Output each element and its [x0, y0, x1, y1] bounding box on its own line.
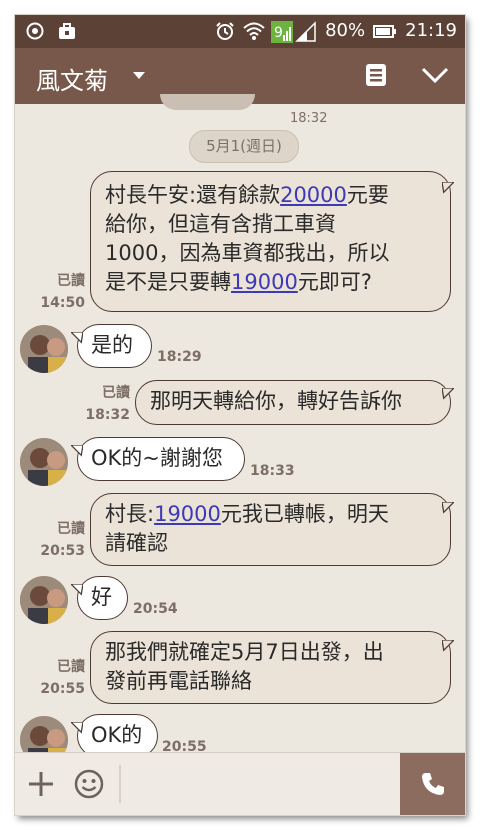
- message-input-bar: [15, 752, 465, 815]
- amount-link[interactable]: 19000: [231, 270, 298, 294]
- bubble-tail: [442, 640, 454, 652]
- partial-message-bubble: [160, 94, 255, 110]
- contact-avatar[interactable]: [20, 325, 68, 373]
- contact-avatar[interactable]: [20, 438, 68, 486]
- amount-link[interactable]: 19000: [154, 502, 221, 526]
- message-meta: 已讀 20:55: [31, 656, 85, 700]
- outgoing-message-bubble[interactable]: 那我們就確定5月7日出發，出 發前再電話聯絡: [90, 631, 451, 704]
- phone-icon: [420, 771, 446, 801]
- read-receipt: 已讀: [57, 273, 85, 289]
- message-text: 那我們就確定5月7日出發，出 發前再電話聯絡: [105, 640, 384, 693]
- outgoing-message-bubble[interactable]: 那明天轉給你，轉好告訴你: [135, 380, 451, 425]
- plus-icon[interactable]: [27, 770, 55, 798]
- message-meta: 已讀 14:50: [31, 270, 85, 314]
- bubble-tail: [71, 445, 83, 457]
- message-text: 村長午安:還有餘款20000元要 給你，但這有含揹工車資 1000，因為車資都我…: [105, 183, 390, 294]
- bubble-tail: [71, 584, 83, 596]
- note-icon[interactable]: [363, 62, 389, 88]
- amount-link[interactable]: 20000: [280, 183, 347, 207]
- outgoing-message-bubble[interactable]: 村長:19000元我已轉帳，明天 請確認: [90, 493, 451, 566]
- message-time: 20:54: [133, 601, 178, 617]
- phone-screen: 9 80% 21:19 風文菊 18:32 5月1(週日) 村長午安:還有餘款2…: [15, 15, 465, 815]
- briefcase-icon: [57, 21, 77, 41]
- bubble-tail: [71, 332, 83, 344]
- bubble-tail: [442, 502, 454, 514]
- message-text: 村長:19000元我已轉帳，明天 請確認: [105, 502, 389, 555]
- message-time: 14:50: [40, 295, 85, 311]
- bubble-tail: [442, 182, 454, 194]
- message-time: 18:32: [290, 111, 328, 126]
- message-text: 是的: [91, 333, 133, 357]
- battery-percent: 80%: [325, 20, 366, 41]
- status-bar: 9 80% 21:19: [15, 15, 465, 48]
- read-receipt: 已讀: [57, 659, 85, 675]
- incoming-message-bubble[interactable]: OK的~謝謝您: [77, 437, 245, 481]
- message-list[interactable]: 18:32 5月1(週日) 村長午安:還有餘款20000元要 給你，但這有含揹工…: [15, 94, 465, 764]
- alarm-icon: [215, 21, 235, 41]
- input-divider: [119, 765, 121, 803]
- message-text: OK的: [91, 723, 143, 747]
- contact-avatar[interactable]: [20, 576, 68, 624]
- outgoing-message-bubble[interactable]: 村長午安:還有餘款20000元要 給你，但這有含揹工車資 1000，因為車資都我…: [90, 171, 451, 312]
- message-text: OK的~謝謝您: [91, 446, 223, 470]
- incoming-message-bubble[interactable]: 是的: [77, 324, 152, 368]
- bubble-tail: [71, 722, 83, 734]
- chevron-down-icon[interactable]: [419, 63, 451, 87]
- message-time: 18:29: [157, 349, 202, 365]
- smiley-icon[interactable]: [73, 768, 105, 800]
- wifi-icon: [243, 21, 265, 41]
- message-time: 18:32: [85, 407, 130, 423]
- bubble-tail: [442, 388, 454, 400]
- battery-icon: [373, 21, 397, 41]
- call-button[interactable]: [400, 753, 465, 815]
- date-separator: 5月1(週日): [189, 130, 299, 163]
- message-time: 18:33: [250, 463, 295, 479]
- message-time: 20:53: [40, 543, 85, 559]
- contact-dropdown-caret-icon[interactable]: [133, 72, 145, 79]
- signal-badge: 9: [274, 25, 283, 41]
- message-meta: 已讀 18:32: [75, 382, 130, 426]
- message-text: 那明天轉給你，轉好告訴你: [150, 389, 402, 413]
- message-meta: 已讀 20:53: [31, 518, 85, 562]
- record-icon: [25, 21, 45, 41]
- clock: 21:19: [405, 20, 457, 41]
- read-receipt: 已讀: [57, 521, 85, 537]
- message-text: 好: [91, 585, 112, 609]
- read-receipt: 已讀: [102, 385, 130, 401]
- contact-name[interactable]: 風文菊: [36, 61, 108, 96]
- incoming-message-bubble[interactable]: 好: [77, 576, 128, 620]
- message-time: 20:55: [40, 681, 85, 697]
- signal-icon: 9: [271, 20, 317, 43]
